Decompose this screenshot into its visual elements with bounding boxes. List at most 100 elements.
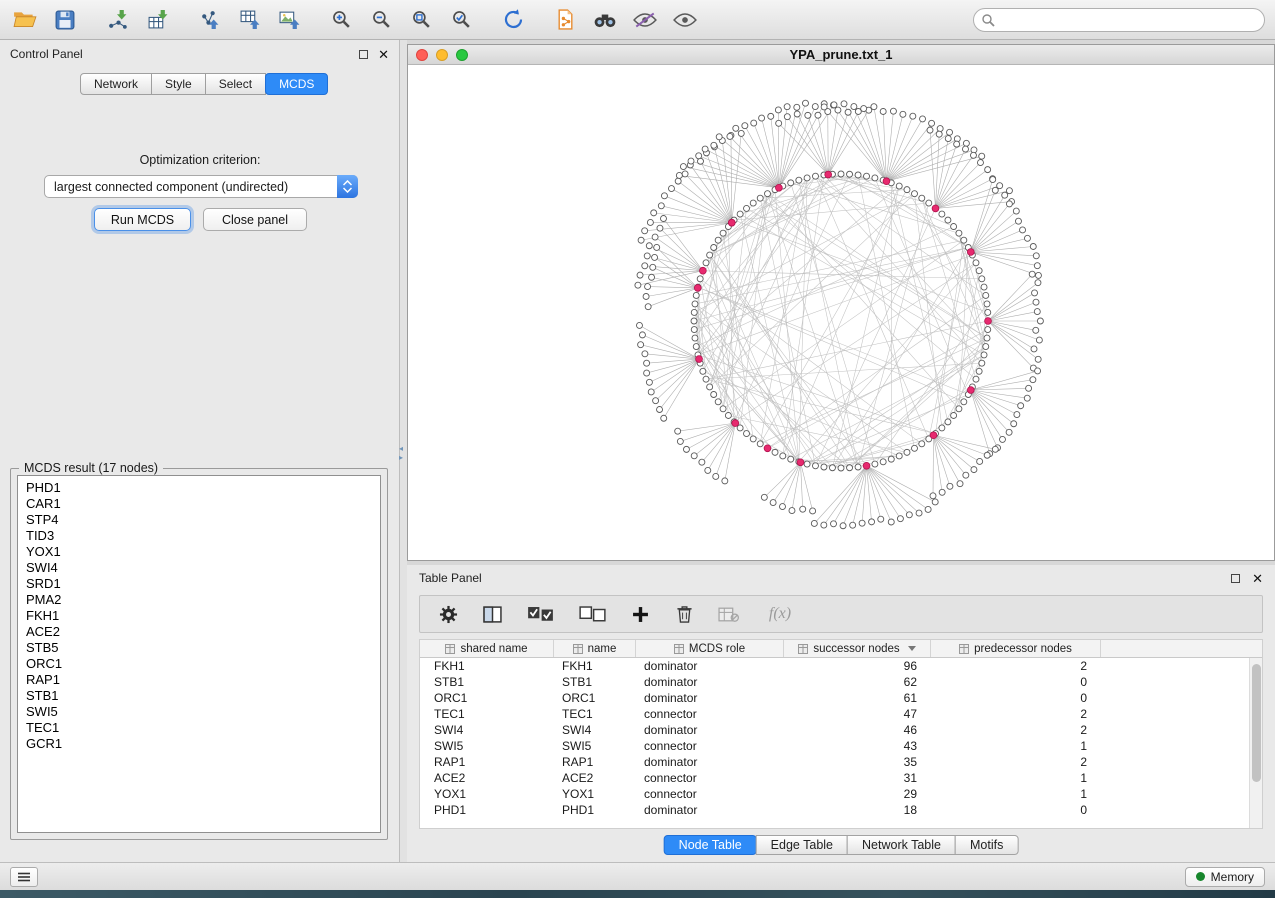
graph-node[interactable] xyxy=(696,153,702,159)
graph-node[interactable] xyxy=(650,264,656,270)
graph-node[interactable] xyxy=(713,473,719,479)
graph-node[interactable] xyxy=(984,301,990,307)
graph-node[interactable] xyxy=(1033,253,1039,259)
table-row[interactable]: SWI4SWI4dominator462 xyxy=(420,722,1262,738)
export-network-icon[interactable] xyxy=(194,5,224,35)
graph-node[interactable] xyxy=(657,407,663,413)
graph-node[interactable] xyxy=(682,171,688,177)
graph-node[interactable] xyxy=(861,106,867,112)
dominator-node[interactable] xyxy=(883,178,890,185)
graph-node[interactable] xyxy=(1002,192,1008,198)
graph-node[interactable] xyxy=(981,352,987,358)
graph-node[interactable] xyxy=(794,111,800,117)
graph-node[interactable] xyxy=(1018,403,1024,409)
graph-node[interactable] xyxy=(1035,368,1041,374)
network-window-titlebar[interactable]: YPA_prune.txt_1 xyxy=(408,45,1274,65)
graph-node[interactable] xyxy=(1031,346,1037,352)
dominator-node[interactable] xyxy=(985,318,992,325)
delete-column-icon[interactable] xyxy=(672,602,696,626)
tab-network[interactable]: Network xyxy=(80,73,152,95)
graph-node[interactable] xyxy=(638,342,644,348)
graph-node[interactable] xyxy=(646,243,652,249)
graph-node[interactable] xyxy=(800,506,806,512)
graph-node[interactable] xyxy=(831,102,837,108)
table-row[interactable]: SWI5SWI5connector431 xyxy=(420,738,1262,754)
graph-node[interactable] xyxy=(645,304,651,310)
refresh-layout-icon[interactable] xyxy=(498,5,528,35)
tab-edge-table[interactable]: Edge Table xyxy=(756,835,848,855)
graph-node[interactable] xyxy=(992,446,998,452)
graph-node[interactable] xyxy=(847,465,853,471)
graph-node[interactable] xyxy=(951,412,957,418)
export-image-icon[interactable] xyxy=(274,5,304,35)
graph-node[interactable] xyxy=(761,494,767,500)
graph-node[interactable] xyxy=(780,453,786,459)
import-table-icon[interactable] xyxy=(142,5,172,35)
graph-node[interactable] xyxy=(812,463,818,469)
graph-node[interactable] xyxy=(910,113,916,119)
graph-node[interactable] xyxy=(930,493,936,499)
graph-node[interactable] xyxy=(1034,263,1040,269)
graph-node[interactable] xyxy=(838,465,844,471)
graph-node[interactable] xyxy=(961,237,967,243)
graph-node[interactable] xyxy=(983,292,989,298)
graph-node[interactable] xyxy=(973,376,979,382)
graph-node[interactable] xyxy=(925,506,931,512)
graph-node[interactable] xyxy=(984,452,990,458)
tab-motifs[interactable]: Motifs xyxy=(955,835,1018,855)
splitter-collapse-icons[interactable]: ◂▸ xyxy=(399,444,403,462)
dominator-node[interactable] xyxy=(699,267,706,274)
graph-node[interactable] xyxy=(961,399,967,405)
mcds-node[interactable]: STB1 xyxy=(26,688,380,704)
graph-node[interactable] xyxy=(720,230,726,236)
graph-node[interactable] xyxy=(703,376,709,382)
export-table-icon[interactable] xyxy=(234,5,264,35)
graph-node[interactable] xyxy=(904,449,910,455)
graph-node[interactable] xyxy=(888,519,894,525)
graph-node[interactable] xyxy=(992,187,998,193)
graph-node[interactable] xyxy=(976,268,982,274)
graph-node[interactable] xyxy=(920,116,926,122)
graph-node[interactable] xyxy=(784,114,790,120)
graph-node[interactable] xyxy=(981,284,987,290)
graph-node[interactable] xyxy=(772,449,778,455)
float-panel-icon[interactable] xyxy=(359,50,368,59)
table-row[interactable]: FKH1FKH1dominator962 xyxy=(420,658,1262,674)
graph-node[interactable] xyxy=(904,187,910,193)
table-settings-gear-icon[interactable] xyxy=(436,602,460,626)
graph-node[interactable] xyxy=(919,441,925,447)
graph-node[interactable] xyxy=(1036,337,1042,343)
graph-node[interactable] xyxy=(788,456,794,462)
mcds-node[interactable]: TID3 xyxy=(26,528,380,544)
float-table-panel-icon[interactable] xyxy=(1231,574,1240,583)
graph-node[interactable] xyxy=(776,120,782,126)
graph-node[interactable] xyxy=(652,254,658,260)
table-row[interactable]: RAP1RAP1dominator352 xyxy=(420,754,1262,770)
graph-node[interactable] xyxy=(651,210,657,216)
close-panel-icon[interactable]: ✕ xyxy=(378,48,389,61)
graph-node[interactable] xyxy=(896,183,902,189)
graph-node[interactable] xyxy=(872,175,878,181)
graph-node[interactable] xyxy=(912,445,918,451)
graph-node[interactable] xyxy=(702,146,708,152)
graph-node[interactable] xyxy=(840,523,846,529)
graph-node[interactable] xyxy=(963,140,969,146)
graph-node[interactable] xyxy=(700,368,706,374)
mcds-node[interactable]: FKH1 xyxy=(26,608,380,624)
graph-node[interactable] xyxy=(929,120,935,126)
graph-node[interactable] xyxy=(725,412,731,418)
graph-node[interactable] xyxy=(765,191,771,197)
criterion-dropdown[interactable]: largest connected component (undirected) xyxy=(44,175,358,198)
mcds-node[interactable]: TEC1 xyxy=(26,720,380,736)
graph-node[interactable] xyxy=(1029,271,1035,277)
graph-node[interactable] xyxy=(643,293,649,299)
graph-node[interactable] xyxy=(691,453,697,459)
graph-node[interactable] xyxy=(658,203,664,209)
graph-node[interactable] xyxy=(1026,385,1032,391)
graph-node[interactable] xyxy=(990,177,996,183)
graph-node[interactable] xyxy=(945,136,951,142)
graph-node[interactable] xyxy=(947,483,953,489)
mcds-node[interactable]: YOX1 xyxy=(26,544,380,560)
tab-select[interactable]: Select xyxy=(205,73,266,95)
column-header-mcds-role[interactable]: MCDS role xyxy=(636,640,784,657)
